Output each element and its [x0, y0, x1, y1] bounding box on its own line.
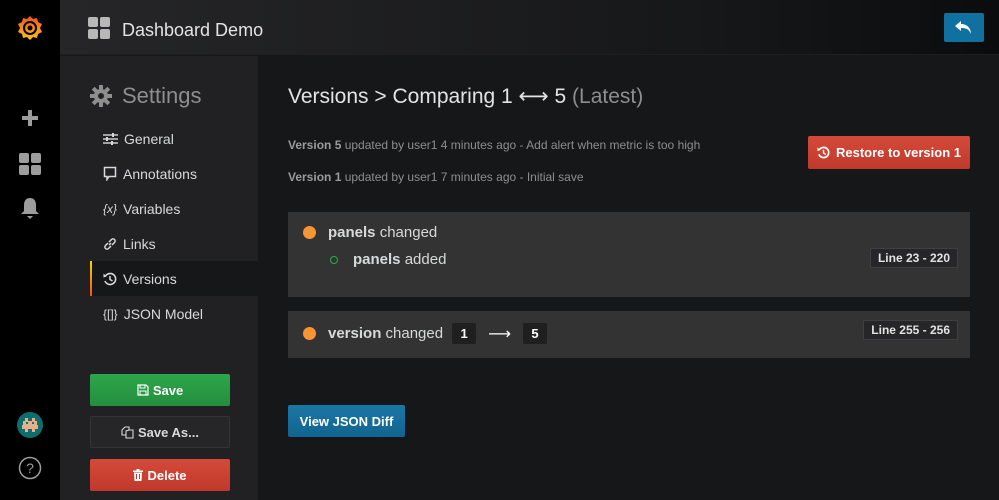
page-title: Versions > Comparing 1 ⟷ 5 (Latest)	[288, 85, 644, 108]
line-range-badge[interactable]: Line 255 - 256	[863, 320, 958, 340]
arrow-right-icon: ⟶	[488, 325, 512, 343]
restore-version-button[interactable]: Restore to version 1	[808, 136, 970, 169]
settings-nav-annotations[interactable]: Annotations	[90, 156, 258, 191]
floppy-disk-icon	[137, 384, 149, 396]
delete-button[interactable]: Delete	[90, 459, 230, 491]
settings-nav-links[interactable]: Links	[90, 226, 258, 261]
settings-title: Settings	[122, 83, 202, 108]
history-icon	[103, 272, 117, 285]
settings-nav-variables[interactable]: {x} Variables	[90, 191, 258, 226]
versions-compare-view: Versions > Comparing 1 ⟷ 5 (Latest) Vers…	[258, 56, 999, 500]
variable-icon: {x}	[103, 201, 118, 216]
reply-arrow-icon	[955, 20, 971, 34]
diff-summary-row[interactable]: panels changed	[303, 224, 437, 241]
added-dot-icon	[330, 255, 338, 264]
settings-nav-json-model[interactable]: {[]} JSON Model	[90, 296, 258, 331]
bell-icon[interactable]	[0, 196, 60, 220]
link-icon	[104, 237, 116, 250]
latest-label: (Latest)	[572, 85, 644, 108]
side-menu: ?	[0, 0, 60, 500]
dashboards-icon	[88, 17, 110, 44]
grafana-logo[interactable]	[0, 8, 60, 48]
user-avatar[interactable]	[0, 411, 60, 439]
diff-block-version: version changed 1 ⟶ 5 Line 255 - 256	[288, 311, 970, 358]
help-icon[interactable]: ?	[0, 455, 60, 481]
settings-heading: Settings	[90, 83, 202, 109]
svg-text:?: ?	[26, 460, 34, 476]
trash-icon	[133, 469, 144, 481]
settings-nav-general[interactable]: General	[90, 121, 258, 156]
dashboards-icon[interactable]	[0, 152, 60, 176]
copy-icon	[121, 425, 134, 439]
new-value-chip: 5	[523, 323, 548, 344]
back-to-dashboard-button[interactable]	[944, 13, 984, 42]
gear-icon	[90, 85, 112, 107]
plus-icon[interactable]	[0, 106, 60, 130]
save-as-button[interactable]: Save As...	[90, 416, 230, 448]
settings-sidebar: Settings General Annotations {x} Variabl…	[60, 56, 258, 500]
history-icon	[817, 146, 830, 159]
dashboard-title-link[interactable]: Dashboard Demo	[88, 17, 263, 44]
settings-nav-versions[interactable]: Versions	[90, 261, 258, 296]
diff-summary-row[interactable]: version changed 1 ⟶ 5	[303, 323, 548, 344]
dashboard-title: Dashboard Demo	[122, 20, 264, 40]
old-value-chip: 1	[452, 323, 477, 344]
changed-dot-icon	[303, 327, 316, 340]
view-json-diff-button[interactable]: View JSON Diff	[288, 405, 405, 437]
diff-block-panels: panels changed panels added Line 23 - 22…	[288, 212, 970, 297]
sliders-icon	[103, 132, 118, 145]
version-old-info: Version 1 updated by user1 7 minutes ago…	[288, 170, 584, 184]
save-button[interactable]: Save	[90, 374, 230, 406]
line-range-badge[interactable]: Line 23 - 220	[869, 248, 958, 268]
changed-dot-icon	[303, 226, 316, 239]
json-icon: {[]}	[103, 306, 118, 321]
top-navbar: Dashboard Demo	[60, 0, 999, 55]
version-new-info: Version 5 updated by user1 4 minutes ago…	[288, 138, 701, 152]
comment-icon	[103, 166, 117, 181]
diff-sub-row: panels added	[330, 251, 446, 268]
